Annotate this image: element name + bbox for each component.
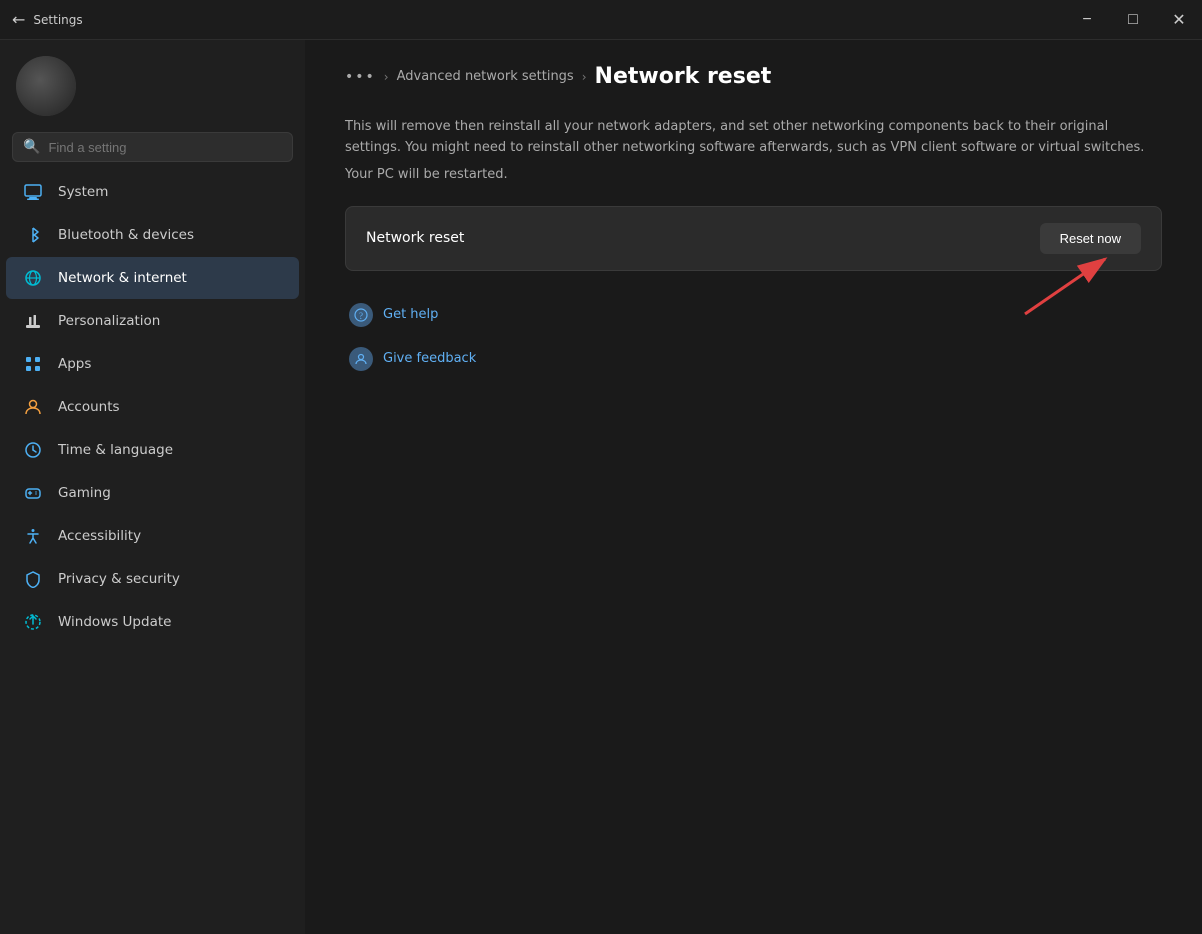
privacy-icon xyxy=(22,568,44,590)
sidebar-item-time[interactable]: Time & language xyxy=(6,429,299,471)
profile-section xyxy=(0,40,305,128)
app-container: 🔍 System Bluetooth & devices xyxy=(0,40,1202,934)
minimize-button[interactable]: − xyxy=(1064,0,1110,40)
personalization-icon xyxy=(22,310,44,332)
sidebar-item-system[interactable]: System xyxy=(6,171,299,213)
sidebar-label-network: Network & internet xyxy=(58,270,187,286)
time-icon xyxy=(22,439,44,461)
sidebar-item-bluetooth[interactable]: Bluetooth & devices xyxy=(6,214,299,256)
avatar xyxy=(16,56,76,116)
search-input[interactable] xyxy=(48,140,282,155)
sidebar-item-network[interactable]: Network & internet xyxy=(6,257,299,299)
sidebar-item-accessibility[interactable]: Accessibility xyxy=(6,515,299,557)
network-reset-card: Network reset Reset now xyxy=(345,206,1162,271)
sidebar: 🔍 System Bluetooth & devices xyxy=(0,40,305,934)
breadcrumb: ••• › Advanced network settings › Networ… xyxy=(345,64,1162,89)
get-help-link[interactable]: ? Get help xyxy=(345,295,1162,335)
network-icon xyxy=(22,267,44,289)
sidebar-label-privacy: Privacy & security xyxy=(58,571,180,587)
gaming-icon xyxy=(22,482,44,504)
accessibility-icon xyxy=(22,525,44,547)
content-area: ••• › Advanced network settings › Networ… xyxy=(305,40,1202,934)
breadcrumb-current: Network reset xyxy=(595,64,772,89)
sidebar-label-bluetooth: Bluetooth & devices xyxy=(58,227,194,243)
sidebar-label-accounts: Accounts xyxy=(58,399,120,415)
sidebar-label-accessibility: Accessibility xyxy=(58,528,141,544)
titlebar-left: ← Settings xyxy=(12,10,83,29)
restart-note: Your PC will be restarted. xyxy=(345,167,1162,182)
avatar-image xyxy=(16,56,76,116)
sidebar-label-update: Windows Update xyxy=(58,614,171,630)
get-help-label: Get help xyxy=(383,307,438,322)
apps-icon xyxy=(22,353,44,375)
network-reset-label: Network reset xyxy=(366,230,464,246)
sidebar-label-system: System xyxy=(58,184,108,200)
breadcrumb-sep-1: › xyxy=(384,70,389,84)
reset-now-button[interactable]: Reset now xyxy=(1040,223,1141,254)
give-feedback-label: Give feedback xyxy=(383,351,476,366)
page-description: This will remove then reinstall all your… xyxy=(345,117,1162,159)
give-feedback-link[interactable]: Give feedback xyxy=(345,339,1162,379)
back-icon[interactable]: ← xyxy=(12,10,25,29)
bluetooth-icon xyxy=(22,224,44,246)
sidebar-item-personalization[interactable]: Personalization xyxy=(6,300,299,342)
accounts-icon xyxy=(22,396,44,418)
close-button[interactable]: ✕ xyxy=(1156,0,1202,40)
sidebar-item-gaming[interactable]: Gaming xyxy=(6,472,299,514)
titlebar: ← Settings − □ ✕ xyxy=(0,0,1202,40)
content-wrapper: ••• › Advanced network settings › Networ… xyxy=(345,64,1162,379)
sidebar-label-apps: Apps xyxy=(58,356,91,372)
sidebar-label-personalization: Personalization xyxy=(58,313,160,329)
sidebar-nav: System Bluetooth & devices Network & int… xyxy=(0,170,305,644)
maximize-button[interactable]: □ xyxy=(1110,0,1156,40)
sidebar-label-gaming: Gaming xyxy=(58,485,111,501)
breadcrumb-parent[interactable]: Advanced network settings xyxy=(397,69,574,84)
breadcrumb-dots[interactable]: ••• xyxy=(345,69,376,85)
svg-text:?: ? xyxy=(359,311,363,321)
sidebar-item-accounts[interactable]: Accounts xyxy=(6,386,299,428)
titlebar-controls: − □ ✕ xyxy=(1064,0,1202,40)
breadcrumb-sep-2: › xyxy=(582,70,587,84)
search-icon: 🔍 xyxy=(23,139,40,155)
titlebar-title: Settings xyxy=(33,13,82,27)
give-feedback-icon xyxy=(349,347,373,371)
sidebar-item-privacy[interactable]: Privacy & security xyxy=(6,558,299,600)
help-links: ? Get help Give feedback xyxy=(345,295,1162,379)
get-help-icon: ? xyxy=(349,303,373,327)
search-box[interactable]: 🔍 xyxy=(12,132,293,162)
update-icon xyxy=(22,611,44,633)
sidebar-item-update[interactable]: Windows Update xyxy=(6,601,299,643)
system-icon xyxy=(22,181,44,203)
sidebar-label-time: Time & language xyxy=(58,442,173,458)
sidebar-item-apps[interactable]: Apps xyxy=(6,343,299,385)
